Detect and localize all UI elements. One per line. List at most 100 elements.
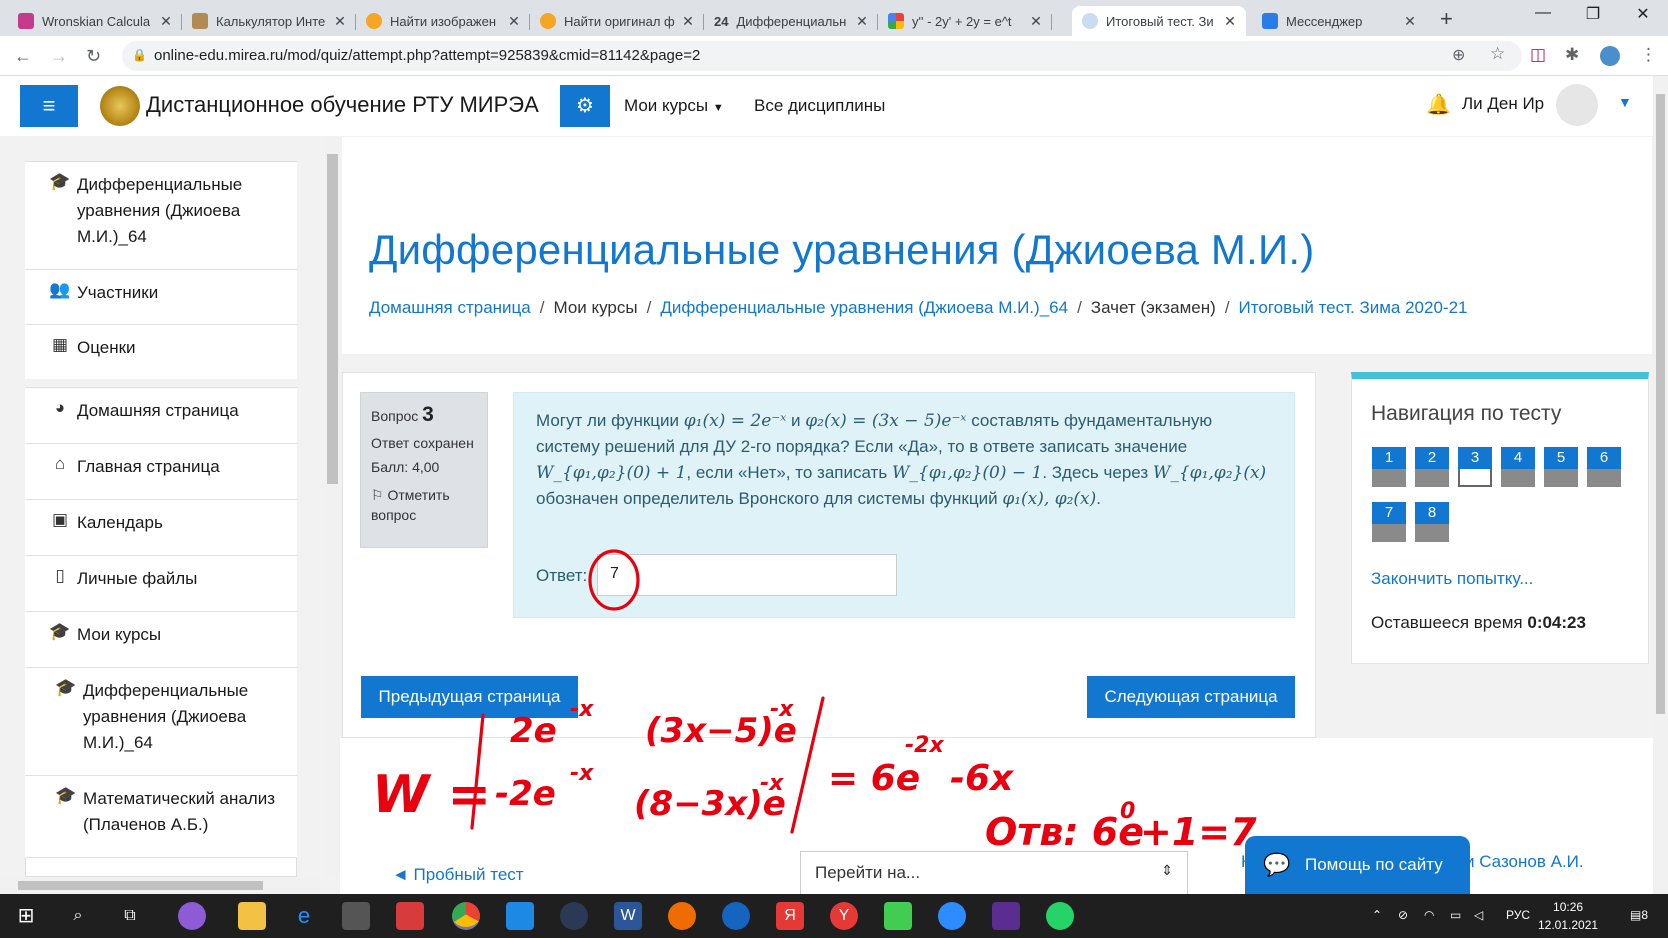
uplay-icon[interactable] <box>722 902 750 930</box>
close-tab-icon[interactable]: ✕ <box>506 13 522 30</box>
sidebar-item-files[interactable]: ▯ Личные файлы <box>25 556 297 612</box>
jump-to-select[interactable]: Перейти на... ⇕ <box>800 851 1188 895</box>
my-courses-menu[interactable]: Мои курсы ▼ <box>624 96 724 116</box>
file-explorer-icon[interactable] <box>238 902 266 930</box>
previous-page-button[interactable]: Предыдущая страница <box>361 676 578 718</box>
back-icon[interactable]: ← <box>14 46 32 67</box>
tray-wifi-icon[interactable]: ◠ <box>1424 908 1434 922</box>
sidebar-item-course[interactable]: 🎓 Дифференциальные уравнения (Джиоева М.И… <box>25 162 297 270</box>
quiz-nav-button[interactable]: 5 <box>1544 447 1578 487</box>
user-menu-caret-icon[interactable]: ▼ <box>1618 94 1632 110</box>
extension-icon[interactable]: ◫ <box>1530 45 1546 65</box>
settings-gear-icon[interactable]: ⚙ <box>560 85 610 127</box>
quiz-nav-button[interactable]: 7 <box>1372 502 1406 542</box>
mail-icon[interactable] <box>506 902 534 930</box>
origin-icon[interactable] <box>668 902 696 930</box>
hamburger-menu-icon[interactable]: ≡ <box>20 85 78 127</box>
language-indicator[interactable]: РУС <box>1506 908 1530 922</box>
task-view-icon[interactable]: ⧉ <box>116 902 144 930</box>
quiz-nav-button[interactable]: 1 <box>1372 447 1406 487</box>
quiz-nav-button[interactable]: 2 <box>1415 447 1449 487</box>
new-tab-icon[interactable]: + <box>1440 6 1453 32</box>
quiz-nav-button[interactable]: 6 <box>1587 447 1621 487</box>
close-tab-icon[interactable]: ✕ <box>158 13 174 30</box>
user-name[interactable]: Ли Ден Ир <box>1462 94 1544 114</box>
steam-icon[interactable] <box>560 902 588 930</box>
browser-tab[interactable]: Найти оригинал ф ✕ <box>530 6 704 36</box>
user-avatar[interactable] <box>1556 84 1598 126</box>
close-window-icon[interactable]: ✕ <box>1620 4 1666 24</box>
yandex-icon[interactable]: Я <box>776 902 804 930</box>
windows-start-icon[interactable]: ⊞ <box>12 902 40 930</box>
sidebar-item-grades[interactable]: ▦ Оценки <box>25 325 297 379</box>
breadcrumb-home[interactable]: Домашняя страница <box>369 298 531 317</box>
close-tab-icon[interactable]: ✕ <box>1028 13 1044 30</box>
minimize-icon[interactable]: — <box>1520 4 1566 22</box>
browser-tab[interactable]: 24 Дифференциальн ✕ <box>704 6 878 36</box>
close-tab-icon[interactable]: ✕ <box>854 13 870 30</box>
chrome-icon[interactable] <box>452 902 480 930</box>
browser-tab-active[interactable]: Итоговый тест. Зи ✕ <box>1072 6 1246 36</box>
tray-network-icon[interactable]: ⊘ <box>1398 908 1408 922</box>
whatsapp-icon[interactable] <box>1046 902 1074 930</box>
breadcrumb-quiz[interactable]: Итоговый тест. Зима 2020-21 <box>1239 298 1468 317</box>
quiz-nav-button-current[interactable]: 3 <box>1458 447 1492 487</box>
quiz-nav-button[interactable]: 8 <box>1415 502 1449 542</box>
site-name[interactable]: Дистанционное обучение РТУ МИРЭА <box>146 92 539 118</box>
edge-icon[interactable]: e <box>290 902 318 930</box>
answer-input[interactable]: 7 <box>597 554 897 596</box>
browser-menu-icon[interactable]: ⋮ <box>1640 45 1657 65</box>
site-help-button[interactable]: 💬 Помощь по сайту <box>1245 836 1470 896</box>
forward-icon[interactable]: → <box>50 46 68 67</box>
page-scrollbar[interactable] <box>1653 76 1668 894</box>
notification-bell-icon[interactable]: 🔔 <box>1426 92 1451 117</box>
sidebar-horizontal-scrollbar[interactable] <box>0 878 320 893</box>
yandex-browser-icon[interactable]: Y <box>830 902 858 930</box>
browser-tab[interactable]: Wronskian Calcula ✕ <box>8 6 182 36</box>
close-tab-icon[interactable]: ✕ <box>332 13 348 30</box>
finish-attempt-link[interactable]: Закончить попытку... <box>1371 569 1533 589</box>
tray-chevron-icon[interactable]: ⌃ <box>1372 908 1382 922</box>
next-page-button[interactable]: Следующая страница <box>1087 676 1295 718</box>
breadcrumb-course[interactable]: Дифференциальные уравнения (Джиоева М.И.… <box>660 298 1068 317</box>
app-icon[interactable] <box>178 902 206 930</box>
sidebar-item-participants[interactable]: 👥 Участники <box>25 270 297 325</box>
sidebar-item-calendar[interactable]: ▣ Календарь <box>25 500 297 556</box>
browser-tab[interactable]: Калькулятор Инте ✕ <box>182 6 356 36</box>
flag-question-link[interactable]: ⚐ Отметить вопрос <box>371 485 477 525</box>
tray-volume-icon[interactable]: ◁ <box>1474 908 1483 922</box>
browser-tab[interactable]: Мессенджер ✕ <box>1252 6 1426 36</box>
browser-tab[interactable]: Найти изображен ✕ <box>356 6 530 36</box>
word-icon[interactable]: W <box>614 902 642 930</box>
notification-center-icon[interactable]: ▤8 <box>1630 908 1648 922</box>
close-tab-icon[interactable]: ✕ <box>1222 13 1238 30</box>
zoom-app-icon[interactable] <box>938 902 966 930</box>
search-icon[interactable]: ⌕ <box>64 902 92 930</box>
next-activity-link[interactable]: и Сазонов А.И. <box>1465 852 1584 872</box>
close-tab-icon[interactable]: ✕ <box>1402 13 1418 30</box>
taskbar-clock[interactable]: 10:26 12.01.2021 <box>1538 898 1598 934</box>
sidebar-item-course-analysis[interactable]: 🎓 Математический анализ (Плаченов А.Б.) <box>25 776 297 858</box>
previous-activity-link[interactable]: ◄ Пробный тест <box>392 865 524 885</box>
sidebar-item-course-diffeq[interactable]: 🎓 Дифференциальные уравнения (Джиоева М.И… <box>25 668 297 776</box>
store-icon[interactable] <box>342 902 370 930</box>
close-tab-icon[interactable]: ✕ <box>680 13 696 30</box>
all-disciplines-link[interactable]: Все дисциплины <box>754 96 885 116</box>
reload-icon[interactable]: ↻ <box>86 46 101 67</box>
sidebar-scrollbar[interactable] <box>325 136 340 876</box>
tray-battery-icon[interactable]: ▭ <box>1450 908 1461 922</box>
address-bar[interactable]: 🔒 online-edu.mirea.ru/mod/quiz/attempt.p… <box>122 41 1522 71</box>
gift-icon[interactable] <box>396 902 424 930</box>
puzzle-extensions-icon[interactable]: ✱ <box>1565 45 1579 65</box>
maximize-icon[interactable]: ❐ <box>1570 4 1616 24</box>
bookmark-star-icon[interactable]: ☆ <box>1490 44 1505 64</box>
sidebar-item-my-courses[interactable]: 🎓 Мои курсы <box>25 612 297 668</box>
quiz-nav-button[interactable]: 4 <box>1501 447 1535 487</box>
url-text[interactable]: online-edu.mirea.ru/mod/quiz/attempt.php… <box>154 47 700 64</box>
browser-tab[interactable]: y'' - 2y' + 2y = e^t ✕ <box>878 6 1052 36</box>
qt-icon[interactable] <box>884 902 912 930</box>
sidebar-item-dashboard[interactable]: ◕ Домашняя страница <box>25 388 297 444</box>
visual-studio-icon[interactable] <box>992 902 1020 930</box>
sidebar-item-home[interactable]: ⌂ Главная страница <box>25 444 297 500</box>
zoom-icon[interactable]: ⊕ <box>1452 45 1465 65</box>
